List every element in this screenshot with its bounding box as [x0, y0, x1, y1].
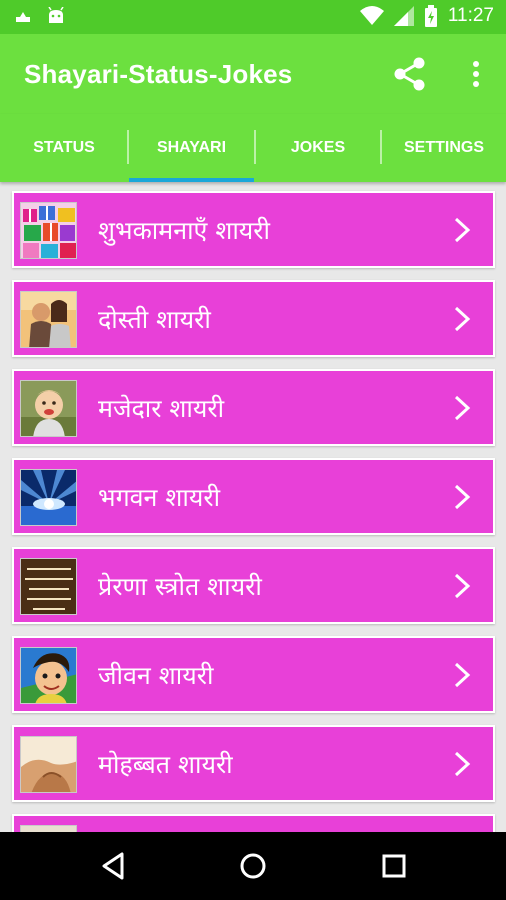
cartoon-face-icon — [20, 647, 77, 704]
list-item-label: मोहब्बत शायरी — [98, 749, 233, 779]
hands-photo — [20, 736, 77, 793]
list-item[interactable]: शुभकामनाएँ शायरी — [12, 191, 495, 268]
back-icon — [102, 852, 124, 880]
list-item-label: प्रेरणा स्त्रोत शायरी — [98, 571, 262, 601]
chevron-right-icon — [454, 484, 471, 510]
signal-icon — [393, 6, 414, 26]
list-item[interactable]: मोहब्बत शायरी — [12, 725, 495, 802]
tab-settings[interactable]: SETTINGS — [382, 114, 506, 182]
wifi-icon — [359, 6, 384, 25]
quote-card-photo — [20, 558, 77, 615]
list-item-label: शुभकामनाएँ शायरी — [98, 215, 270, 245]
gifts-icon — [20, 202, 77, 259]
chevron-right-icon — [454, 306, 471, 332]
tab-status[interactable]: STATUS — [0, 114, 128, 182]
upload-notification-icon — [16, 12, 30, 22]
tab-jokes[interactable]: JOKES — [256, 114, 380, 182]
app-title: Shayari-Status-Jokes — [24, 59, 293, 89]
list-item[interactable]: जीवन शायरी — [12, 636, 495, 713]
light-rays-photo — [20, 469, 77, 526]
list-item[interactable]: भगवन शायरी — [12, 458, 495, 535]
shayari-category-list: शुभकामनाएँ शायरी दोस्ती शायरी मजेदार शाय… — [0, 182, 506, 832]
couple-photo — [20, 291, 77, 348]
list-item-label: मजेदार शायरी — [98, 393, 225, 423]
battery-icon — [424, 5, 437, 27]
recents-icon — [382, 854, 406, 878]
baby-photo — [20, 380, 77, 437]
chevron-right-icon — [454, 573, 471, 599]
list-item[interactable]: प्रेरणा स्त्रोत शायरी — [12, 547, 495, 624]
list-item[interactable] — [12, 814, 495, 832]
chevron-right-icon — [454, 395, 471, 421]
system-navigation-bar — [0, 832, 506, 900]
list-item-thumbnail — [20, 825, 77, 832]
list-item-label: दोस्ती शायरी — [98, 304, 211, 334]
tab-shayari[interactable]: SHAYARI — [129, 114, 254, 182]
list-item-label: जीवन शायरी — [98, 660, 214, 690]
recents-button[interactable] — [378, 850, 410, 882]
status-time: 11:27 — [447, 5, 494, 26]
share-button[interactable] — [390, 54, 430, 94]
home-icon — [240, 853, 266, 879]
status-bar: 11:27 — [0, 0, 506, 34]
chevron-right-icon — [454, 662, 471, 688]
home-button[interactable] — [237, 850, 269, 882]
more-vert-icon — [473, 61, 479, 87]
list-item[interactable]: दोस्ती शायरी — [12, 280, 495, 357]
list-item-label: भगवन शायरी — [98, 482, 221, 512]
share-icon — [394, 57, 425, 91]
chevron-right-icon — [454, 751, 471, 777]
android-icon — [48, 7, 64, 23]
overflow-menu-button[interactable] — [462, 54, 490, 94]
list-item[interactable]: मजेदार शायरी — [12, 369, 495, 446]
back-button[interactable] — [98, 850, 130, 882]
app-bar: Shayari-Status-Jokes — [0, 34, 506, 114]
chevron-right-icon — [454, 217, 471, 243]
tab-bar: STATUS SHAYARI JOKES SETTINGS — [0, 114, 506, 182]
